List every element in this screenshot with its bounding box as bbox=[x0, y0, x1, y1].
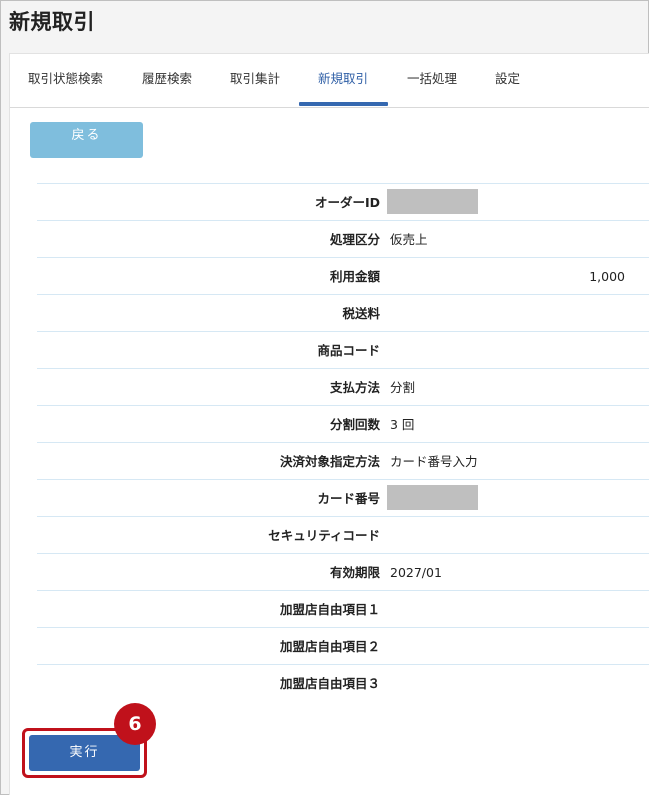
back-button[interactable]: 戻る bbox=[30, 122, 143, 158]
main-panel: 取引状態検索 履歴検索 取引集計 新規取引 一括処理 設定 戻る オーダーID … bbox=[9, 53, 649, 795]
tab-batch-processing[interactable]: 一括処理 bbox=[407, 54, 457, 108]
form-row-product-code: 商品コード bbox=[37, 332, 649, 369]
form-row-card-number: カード番号 bbox=[37, 480, 649, 517]
tax-shipping-label: 税送料 bbox=[342, 306, 380, 321]
form-row-expiry: 有効期限 2027/01 bbox=[37, 554, 649, 591]
tab-transaction-status-search[interactable]: 取引状態検索 bbox=[28, 54, 103, 108]
form-row-order-id: オーダーID bbox=[37, 184, 649, 221]
tab-new-transaction[interactable]: 新規取引 bbox=[318, 54, 368, 108]
card-number-redacted bbox=[387, 485, 478, 510]
form-row-amount: 利用金額 1,000 bbox=[37, 258, 649, 295]
payment-method-value: 分割 bbox=[390, 380, 416, 395]
form-row-merchant-field-1: 加盟店自由項目１ bbox=[37, 591, 649, 628]
security-code-label: セキュリティコード bbox=[268, 528, 380, 543]
merchant-field-1-label: 加盟店自由項目１ bbox=[279, 602, 380, 617]
installment-count-label: 分割回数 bbox=[329, 417, 380, 432]
form-row-process-type: 処理区分 仮売上 bbox=[37, 221, 649, 258]
expiry-value: 2027/01 bbox=[390, 565, 442, 580]
order-id-redacted bbox=[387, 189, 478, 214]
form-row-installment-count: 分割回数 3 回 bbox=[37, 406, 649, 443]
active-tab-indicator bbox=[299, 102, 388, 106]
step-number-badge: 6 bbox=[114, 703, 156, 745]
form-row-merchant-field-2: 加盟店自由項目２ bbox=[37, 628, 649, 665]
merchant-field-3-label: 加盟店自由項目３ bbox=[279, 676, 380, 691]
merchant-field-2-label: 加盟店自由項目２ bbox=[279, 639, 380, 654]
amount-label: 利用金額 bbox=[329, 269, 380, 284]
transaction-form: オーダーID 処理区分 仮売上 利用金額 1,000 税送料 商品コード 支払方… bbox=[37, 183, 649, 702]
payment-method-label: 支払方法 bbox=[329, 380, 380, 395]
expiry-label: 有効期限 bbox=[329, 565, 380, 580]
card-number-label: カード番号 bbox=[317, 491, 380, 506]
form-row-payment-method: 支払方法 分割 bbox=[37, 369, 649, 406]
tab-transaction-summary[interactable]: 取引集計 bbox=[230, 54, 280, 108]
amount-value: 1,000 bbox=[589, 269, 625, 284]
payment-target-method-label: 決済対象指定方法 bbox=[279, 454, 380, 469]
form-row-merchant-field-3: 加盟店自由項目３ bbox=[37, 665, 649, 702]
form-row-payment-target-method: 決済対象指定方法 カード番号入力 bbox=[37, 443, 649, 480]
form-row-security-code: セキュリティコード bbox=[37, 517, 649, 554]
process-type-value: 仮売上 bbox=[390, 232, 428, 247]
page-title: 新規取引 bbox=[9, 10, 95, 34]
tab-bar: 取引状態検索 履歴検索 取引集計 新規取引 一括処理 設定 bbox=[10, 54, 649, 108]
order-id-label: オーダーID bbox=[314, 195, 380, 210]
form-row-tax-shipping: 税送料 bbox=[37, 295, 649, 332]
payment-target-method-value: カード番号入力 bbox=[390, 454, 478, 469]
tab-history-search[interactable]: 履歴検索 bbox=[142, 54, 192, 108]
tab-settings[interactable]: 設定 bbox=[495, 54, 520, 108]
process-type-label: 処理区分 bbox=[329, 232, 380, 247]
installment-count-value: 3 回 bbox=[390, 417, 415, 432]
product-code-label: 商品コード bbox=[317, 343, 380, 358]
